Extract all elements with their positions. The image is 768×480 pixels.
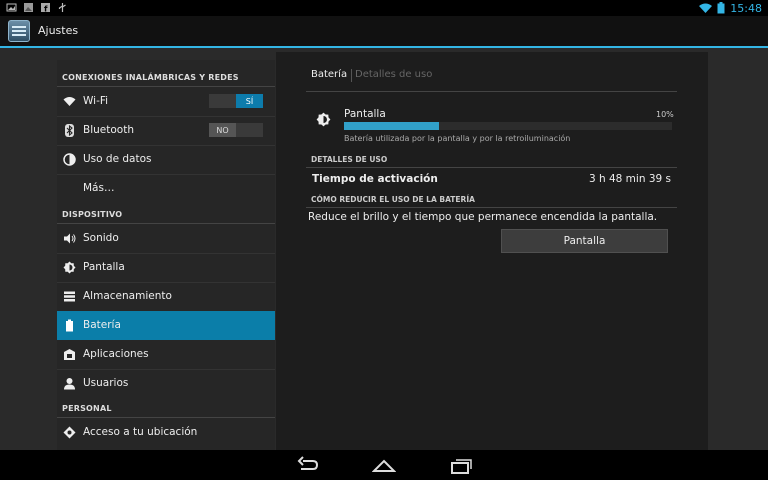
display-settings-button[interactable]: Pantalla — [501, 229, 668, 253]
section-header-reduce: CÓMO REDUCIR EL USO DE LA BATERÍA — [311, 195, 475, 204]
location-icon — [63, 426, 76, 439]
sidebar-item-data-usage[interactable]: Uso de datos — [57, 145, 275, 174]
settings-app-icon[interactable] — [8, 20, 30, 42]
sidebar-item-label: Sonido — [83, 232, 119, 244]
breadcrumb-usage-details: Detalles de uso — [355, 69, 433, 80]
wifi-toggle[interactable]: SÍ — [209, 94, 263, 108]
battery-detail-pane: Batería Detalles de uso Pantalla 10% Bat… — [276, 52, 708, 450]
section-header-personal: PERSONAL — [62, 404, 112, 413]
home-icon[interactable] — [372, 455, 396, 475]
sidebar-item-label: Almacenamiento — [83, 290, 172, 302]
bluetooth-toggle[interactable]: NO — [209, 123, 263, 137]
status-bar: f 15:48 — [0, 0, 768, 16]
sidebar-item-label: Más… — [83, 182, 115, 194]
toggle-knob: NO — [209, 123, 236, 137]
svg-text:f: f — [44, 5, 48, 14]
sidebar-item-label: Bluetooth — [83, 124, 134, 136]
divider — [306, 91, 677, 92]
back-icon[interactable] — [296, 455, 320, 475]
reduce-text: Reduce el brillo y el tiempo que permane… — [308, 211, 658, 223]
section-header-device: DISPOSITIVO — [62, 210, 123, 219]
sound-icon — [64, 233, 76, 244]
data-usage-icon — [63, 153, 76, 166]
sidebar-item-label: Acceso a tu ubicación — [83, 426, 198, 438]
sidebar-item-label: Wi-Fi — [83, 95, 109, 107]
usb-icon — [58, 3, 66, 12]
usage-bar — [344, 122, 672, 130]
display-icon — [316, 112, 331, 127]
wifi-icon — [63, 97, 76, 106]
navigation-bar — [0, 450, 768, 480]
sidebar-item-bluetooth[interactable]: Bluetooth NO — [57, 116, 275, 145]
section-header-usage: DETALLES DE USO — [311, 155, 388, 164]
sidebar-item-display[interactable]: Pantalla — [57, 253, 275, 282]
battery-icon — [717, 2, 725, 14]
usage-bar-fill — [344, 122, 440, 130]
sidebar-item-label: Uso de datos — [83, 153, 152, 165]
breadcrumb-battery[interactable]: Batería — [311, 69, 347, 80]
screenshot-icon — [6, 3, 17, 12]
usage-description: Batería utilizada por la pantalla y por … — [344, 134, 571, 143]
usage-percent: 10% — [656, 110, 674, 119]
gallery-icon — [24, 3, 33, 12]
sidebar-item-more[interactable]: Más… — [57, 174, 275, 203]
sidebar-item-storage[interactable]: Almacenamiento — [57, 282, 275, 311]
bluetooth-icon — [65, 124, 74, 137]
breadcrumb-separator — [351, 69, 352, 82]
sidebar-item-users[interactable]: Usuarios — [57, 369, 275, 398]
divider — [306, 207, 677, 208]
apps-icon — [64, 349, 75, 360]
settings-sidebar: CONEXIONES INALÁMBRICAS Y REDES Wi-Fi SÍ… — [57, 60, 275, 450]
sidebar-item-battery[interactable]: Batería — [57, 311, 275, 340]
app-title: Ajustes — [38, 24, 79, 37]
wifi-icon — [699, 3, 713, 13]
section-header-wireless: CONEXIONES INALÁMBRICAS Y REDES — [62, 73, 239, 82]
clock: 15:48 — [730, 1, 762, 15]
uptime-label: Tiempo de activación — [312, 173, 438, 185]
sidebar-item-apps[interactable]: Aplicaciones — [57, 340, 275, 369]
action-bar: Ajustes — [0, 16, 768, 48]
sidebar-item-label: Pantalla — [83, 261, 125, 273]
app-name: Pantalla — [344, 108, 386, 120]
divider — [306, 167, 677, 168]
sidebar-item-location[interactable]: Acceso a tu ubicación — [57, 418, 275, 447]
users-icon — [64, 378, 75, 390]
toggle-knob: SÍ — [236, 94, 263, 108]
sidebar-item-sound[interactable]: Sonido — [57, 224, 275, 253]
recents-icon[interactable] — [450, 455, 474, 475]
display-icon — [63, 261, 76, 274]
sidebar-item-label: Aplicaciones — [83, 348, 149, 360]
sidebar-item-label: Usuarios — [83, 377, 129, 389]
facebook-icon: f — [41, 3, 50, 14]
sidebar-item-label: Batería — [83, 319, 121, 331]
battery-icon — [66, 319, 73, 332]
uptime-value: 3 h 48 min 39 s — [588, 173, 671, 185]
sidebar-item-wifi[interactable]: Wi-Fi SÍ — [57, 87, 275, 116]
storage-icon — [64, 291, 75, 302]
